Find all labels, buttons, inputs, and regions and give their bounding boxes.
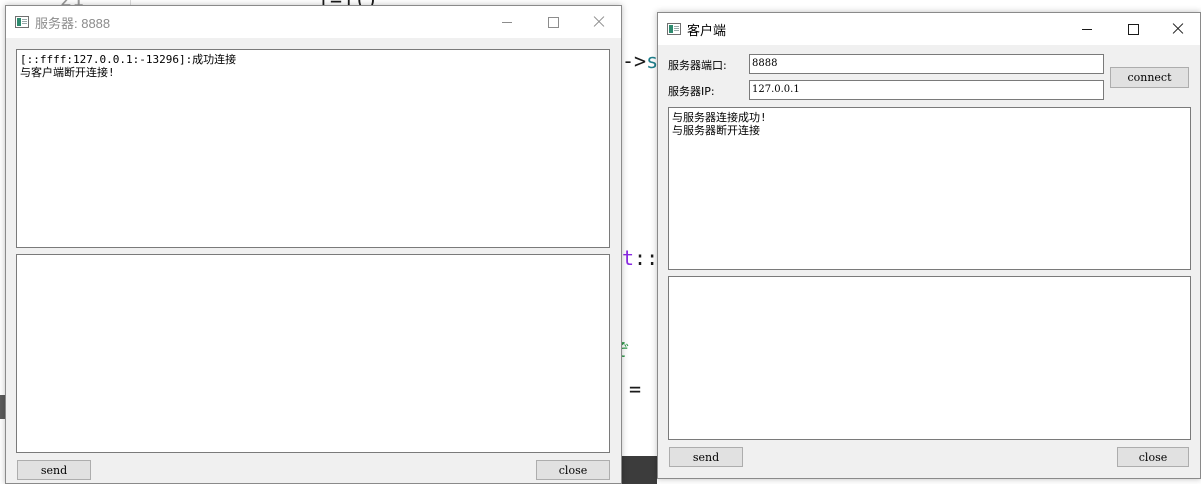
server-message-input[interactable] bbox=[16, 254, 610, 453]
server-log-area[interactable]: [::ffff:127.0.0.1:-13296]:成功连接 与客户端断开连接! bbox=[16, 49, 610, 248]
maximize-icon bbox=[547, 16, 559, 28]
minimize-icon bbox=[1082, 28, 1092, 30]
client-window-title: 客户端 bbox=[687, 22, 727, 38]
server-log-line: [::ffff:127.0.0.1:-13296]:成功连接 bbox=[20, 53, 237, 66]
server-minimize-button[interactable] bbox=[484, 6, 530, 38]
close-icon bbox=[1172, 23, 1184, 35]
client-window: 客户端 服务器端口: 8888 服务器IP: 127.0.0.1 connect… bbox=[657, 12, 1201, 479]
server-close-window-button[interactable] bbox=[576, 6, 622, 38]
client-message-input[interactable] bbox=[668, 276, 1191, 440]
port-field[interactable]: 8888 bbox=[749, 54, 1104, 74]
app-window-icon bbox=[667, 23, 681, 35]
server-window-title: 服务器: 8888 bbox=[35, 15, 111, 31]
close-icon bbox=[593, 16, 605, 28]
client-titlebar[interactable]: 客户端 bbox=[658, 13, 1200, 45]
client-log-line: 与服务器连接成功! bbox=[672, 111, 767, 124]
client-log-area[interactable]: 与服务器连接成功! 与服务器断开连接 bbox=[668, 107, 1191, 270]
client-minimize-button[interactable] bbox=[1064, 13, 1110, 45]
ip-field[interactable]: 127.0.0.1 bbox=[749, 80, 1104, 100]
server-window: 服务器: 8888 [::ffff:127.0.0.1:-13296]:成功连接… bbox=[5, 5, 622, 484]
code-arrow-text: -> bbox=[622, 49, 647, 73]
server-send-button[interactable]: send bbox=[17, 460, 91, 480]
server-titlebar[interactable]: 服务器: 8888 bbox=[6, 6, 621, 38]
client-close-window-button[interactable] bbox=[1155, 13, 1201, 45]
client-send-button[interactable]: send bbox=[669, 447, 743, 467]
code-scope-operator: t:: bbox=[622, 247, 658, 269]
code-scope-text: :: bbox=[634, 246, 659, 270]
code-equals: = bbox=[629, 377, 642, 401]
code-scope-prefix: t bbox=[622, 246, 635, 270]
minimize-icon bbox=[502, 21, 512, 23]
server-maximize-button[interactable] bbox=[530, 6, 576, 38]
ip-label: 服务器IP: bbox=[668, 85, 715, 98]
client-log-line: 与服务器断开连接 bbox=[672, 124, 760, 137]
maximize-icon bbox=[1127, 23, 1139, 35]
taskbar-strip bbox=[621, 456, 657, 484]
client-maximize-button[interactable] bbox=[1110, 13, 1156, 45]
connect-button[interactable]: connect bbox=[1110, 67, 1189, 88]
client-close-button[interactable]: close bbox=[1117, 447, 1189, 467]
server-log-line: 与客户端断开连接! bbox=[20, 66, 115, 79]
port-label: 服务器端口: bbox=[668, 59, 727, 72]
server-close-button[interactable]: close bbox=[536, 460, 610, 480]
code-arrow-operator: ->s bbox=[622, 50, 658, 72]
app-window-icon bbox=[15, 16, 29, 28]
